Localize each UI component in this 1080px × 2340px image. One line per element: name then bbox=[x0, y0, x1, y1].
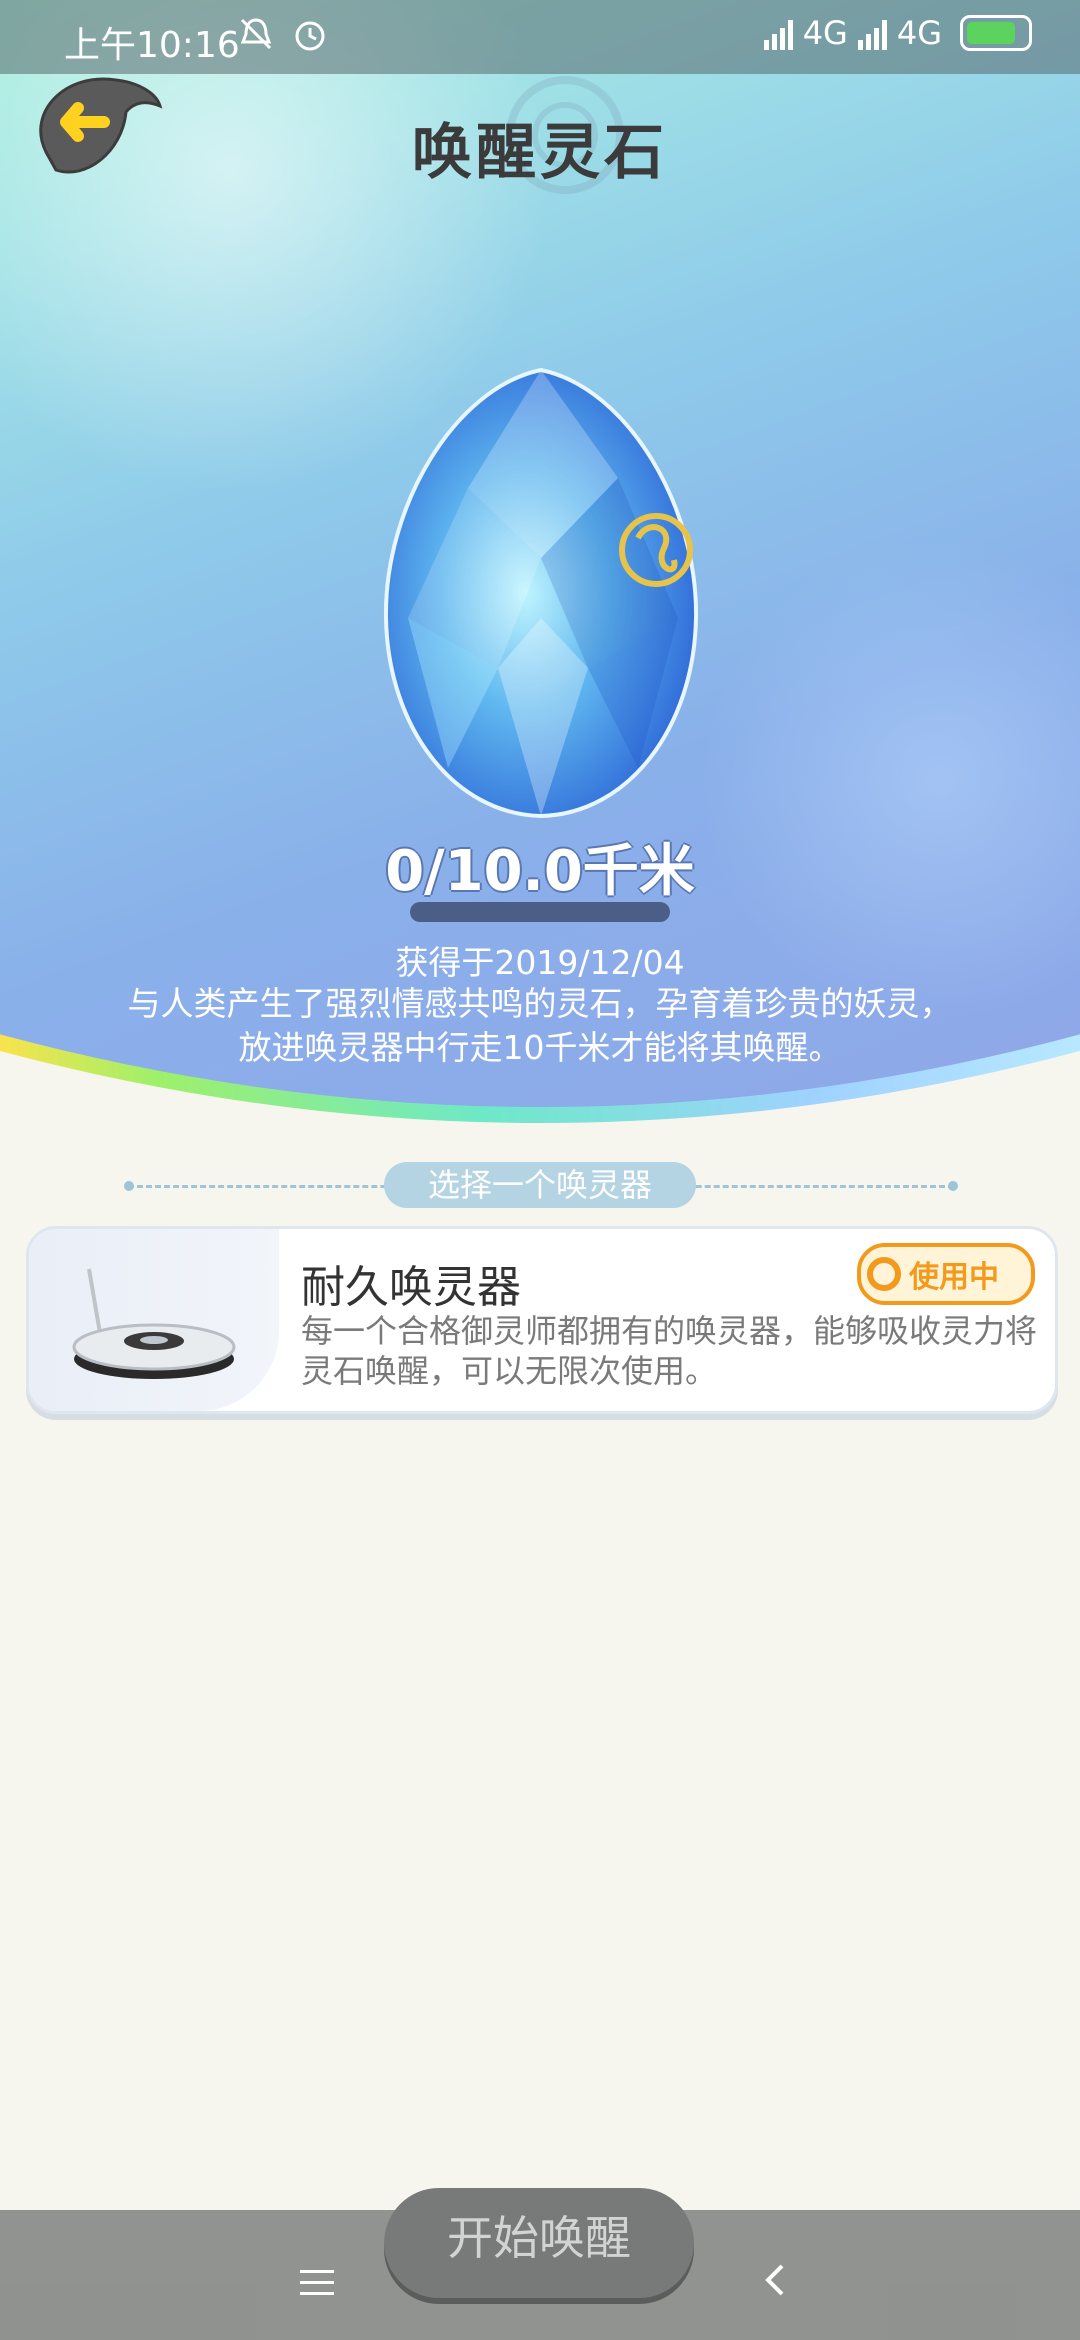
progress-text: 0/10.0千米 bbox=[385, 839, 695, 904]
select-incubator-label: 选择一个唤灵器 bbox=[384, 1162, 696, 1208]
page-title: 唤醒灵石 bbox=[412, 118, 668, 188]
signal-icon bbox=[763, 16, 793, 50]
stone-description-line-1: 与人类产生了强烈情感共鸣的灵石，孕育着珍贵的妖灵， bbox=[127, 984, 953, 1023]
incubator-title: 耐久唤灵器 bbox=[301, 1262, 521, 1313]
start-awaken-button[interactable]: 开始唤醒 bbox=[384, 2188, 694, 2298]
mute-bell-icon bbox=[240, 18, 272, 50]
alarm-icon bbox=[295, 21, 325, 51]
stone-description-line-2: 放进唤灵器中行走10千米才能将其唤醒。 bbox=[238, 1028, 842, 1067]
incubator-icon bbox=[72, 1268, 236, 1379]
network-label-2: 4G bbox=[896, 14, 942, 52]
spirit-stone-icon bbox=[383, 368, 699, 818]
menu-icon[interactable] bbox=[300, 2270, 334, 2303]
incubator-image-panel bbox=[29, 1229, 279, 1411]
incubator-card[interactable]: 耐久唤灵器 每一个合格御灵师都拥有的唤灵器，能够吸收灵力将灵石唤醒，可以无限次使… bbox=[26, 1226, 1058, 1414]
network-label-1: 4G bbox=[802, 14, 848, 52]
status-time: 上午10:16 bbox=[64, 25, 240, 66]
battery-icon bbox=[960, 15, 1032, 51]
ring-icon bbox=[867, 1257, 901, 1291]
stone-description: 与人类产生了强烈情感共鸣的灵石，孕育着珍贵的妖灵， 放进唤灵器中行走10千米才能… bbox=[100, 982, 980, 1070]
signal-icon bbox=[857, 16, 887, 50]
incubator-description: 每一个合格御灵师都拥有的唤灵器，能够吸收灵力将灵石唤醒，可以无限次使用。 bbox=[301, 1312, 1038, 1390]
in-use-badge: 使用中 bbox=[857, 1243, 1035, 1305]
progress-bar bbox=[410, 902, 670, 922]
in-use-badge-text: 使用中 bbox=[909, 1260, 999, 1295]
nav-back-icon[interactable] bbox=[756, 2260, 796, 2300]
acquired-date: 获得于2019/12/04 bbox=[395, 943, 685, 982]
